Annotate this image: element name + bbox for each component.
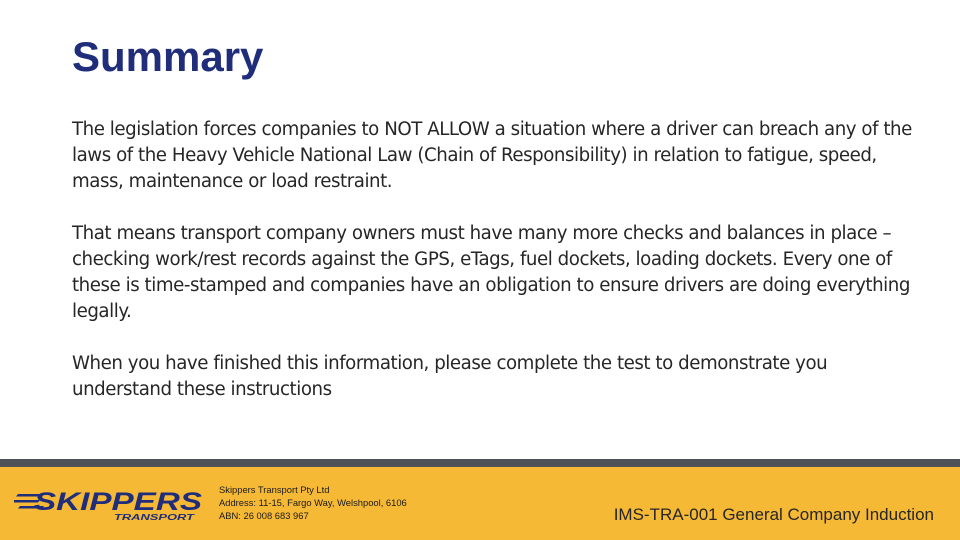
company-address: Address: 11-15, Fargo Way, Welshpool, 61… xyxy=(219,497,407,508)
logo-subword: TRANSPORT xyxy=(114,513,196,522)
slide-body: The legislation forces companies to NOT … xyxy=(72,117,932,429)
company-name: Skippers Transport Pty Ltd xyxy=(219,484,330,495)
paragraph-legislation: The legislation forces companies to NOT … xyxy=(72,119,912,192)
paragraph-complete-test: When you have finished this information,… xyxy=(72,353,828,400)
footer-band: SKIPPERS TRANSPORT Skippers Transport Pt… xyxy=(0,467,960,540)
document-id: IMS-TRA-001 General Company Induction xyxy=(613,505,934,524)
paragraph-checks-and-balances: That means transport company owners must… xyxy=(72,223,910,322)
company-abn: ABN: 26 008 683 967 xyxy=(219,510,309,521)
company-info: Skippers Transport Pty Ltd Address: 11-1… xyxy=(219,483,407,522)
footer-divider xyxy=(0,459,960,467)
skippers-logo: SKIPPERS TRANSPORT xyxy=(14,488,202,522)
slide-title: Summary xyxy=(72,33,264,80)
logo-wordmark: SKIPPERS xyxy=(34,488,202,516)
